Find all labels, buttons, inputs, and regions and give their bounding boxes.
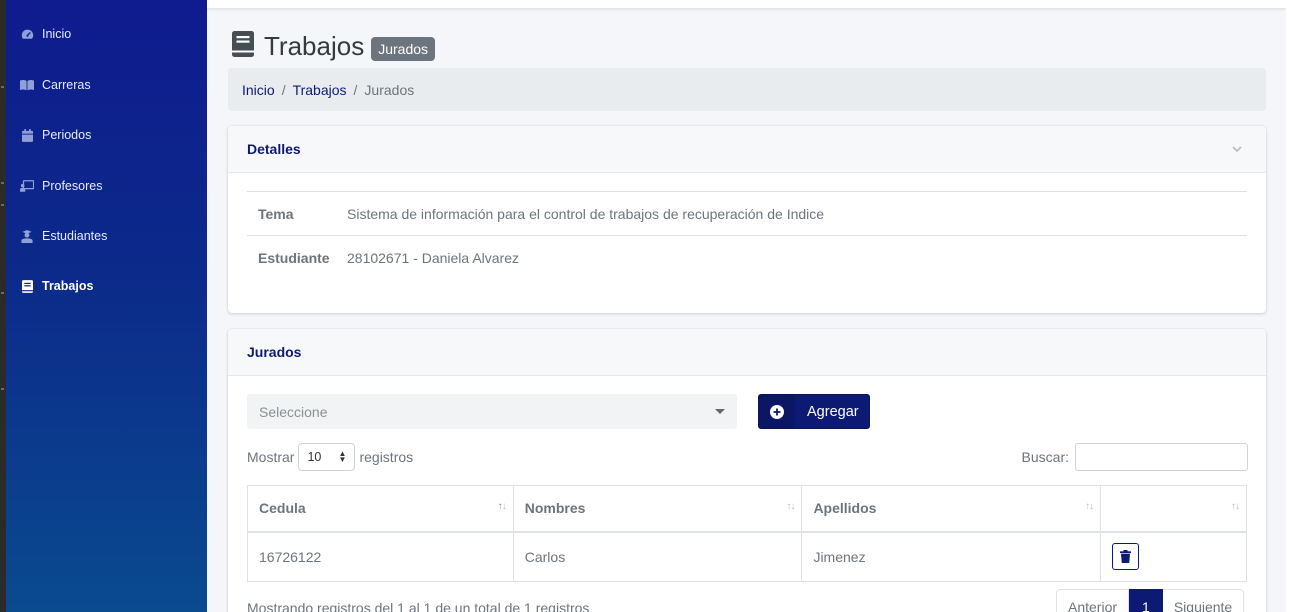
detail-value: 28102671 - Daniela Alvarez xyxy=(347,249,520,266)
table-header-row: Cedula ↑↓ Nombres ↑↓ Apellidos ↑↓ ↑↓ xyxy=(247,485,1247,533)
add-jurado-button[interactable]: Agregar xyxy=(758,394,870,429)
table-row: 16726122 Carlos Jimenez xyxy=(247,531,1247,582)
length-label: Mostrar xyxy=(247,449,295,465)
sidebar-item-label: Carreras xyxy=(42,78,91,92)
pagination-page-button[interactable]: 1 xyxy=(1129,589,1163,612)
column-header-cedula[interactable]: Cedula ↑↓ xyxy=(247,485,514,533)
breadcrumb-current: Jurados xyxy=(364,81,415,98)
search-label: Buscar: xyxy=(1021,449,1069,465)
detail-label: Tema xyxy=(258,205,294,222)
sort-icon: ↑↓ xyxy=(497,501,507,512)
pagination-prev-button[interactable]: Anterior xyxy=(1056,589,1130,612)
page-length-select[interactable]: 10 ▲ ▼ xyxy=(298,443,356,471)
cell-cedula: 16726122 xyxy=(247,531,514,582)
sidebar-item-label: Profesores xyxy=(42,179,103,193)
user-graduate-icon xyxy=(20,229,34,243)
page-title: Trabajos xyxy=(264,30,365,61)
chevron-down-icon[interactable] xyxy=(1230,142,1244,156)
card-title: Jurados xyxy=(247,344,302,360)
table-info: Mostrando registros del 1 al 1 de un tot… xyxy=(247,600,590,612)
sidebar: Inicio Carreras Periodos Profesores Estu… xyxy=(6,0,207,612)
page-length-value: 10 xyxy=(307,450,322,464)
window-edge xyxy=(1286,0,1290,612)
calendar-icon xyxy=(20,128,34,142)
sort-icon: ↑↓ xyxy=(1231,501,1240,512)
pagination-next-button[interactable]: Siguiente xyxy=(1162,589,1245,612)
sidebar-item-label: Periodos xyxy=(42,128,92,142)
book-icon xyxy=(20,279,34,293)
sidebar-item-carreras[interactable]: Carreras xyxy=(20,75,91,95)
sidebar-item-profesores[interactable]: Profesores xyxy=(20,176,102,196)
jurado-select[interactable]: Seleccione xyxy=(247,394,737,429)
book-icon xyxy=(232,30,254,62)
delete-button[interactable] xyxy=(1112,543,1140,571)
plus-circle-icon xyxy=(759,395,795,428)
add-button-label: Agregar xyxy=(807,403,859,420)
app-window: Inicio Carreras Periodos Profesores Estu… xyxy=(0,0,1290,612)
chalkboard-teacher-icon xyxy=(20,179,34,193)
updown-caret-icon: ▲ ▼ xyxy=(338,449,347,464)
jurados-card: Jurados Seleccione Agregar Mostrar 10 ▲ ▼… xyxy=(228,329,1266,612)
column-header-actions[interactable]: ↑↓ xyxy=(1100,485,1247,533)
page-header: Trabajos Jurados xyxy=(232,30,436,62)
column-header-apellidos[interactable]: Apellidos ↑↓ xyxy=(801,485,1102,533)
tachometer-icon xyxy=(20,27,34,41)
cell-nombres: Carlos xyxy=(512,531,803,582)
length-control: Mostrar 10 ▲ ▼ registros xyxy=(247,443,413,471)
card-title: Detalles xyxy=(247,141,301,157)
sidebar-item-label: Estudiantes xyxy=(42,229,108,243)
sidebar-item-estudiantes[interactable]: Estudiantes xyxy=(20,226,107,246)
breadcrumb-separator: / xyxy=(281,81,286,98)
sort-icon: ↑↓ xyxy=(1085,501,1094,512)
sort-icon: ↑↓ xyxy=(786,501,795,512)
sidebar-item-label: Trabajos xyxy=(42,279,94,293)
column-header-nombres[interactable]: Nombres ↑↓ xyxy=(512,485,803,533)
sidebar-item-periodos[interactable]: Periodos xyxy=(20,125,91,145)
search-input[interactable] xyxy=(1075,443,1248,471)
search-control: Buscar: xyxy=(1022,443,1248,471)
sidebar-item-inicio[interactable]: Inicio xyxy=(20,24,71,44)
page-subtitle-badge: Jurados xyxy=(371,36,436,61)
detail-row-estudiante: Estudiante 28102671 - Daniela Alvarez xyxy=(247,235,1247,279)
pagination: Anterior 1 Siguiente xyxy=(1056,589,1245,612)
jurados-card-header: Jurados xyxy=(228,329,1266,376)
top-navbar xyxy=(207,0,1286,8)
select-placeholder: Seleccione xyxy=(259,403,328,420)
breadcrumb-link-trabajos[interactable]: Trabajos xyxy=(293,82,347,98)
caret-down-icon xyxy=(715,409,725,414)
detail-row-tema: Tema Sistema de información para el cont… xyxy=(247,191,1247,235)
trash-icon xyxy=(1120,550,1132,564)
book-open-icon xyxy=(20,78,34,92)
breadcrumb-separator: / xyxy=(353,81,358,98)
cell-apellidos: Jimenez xyxy=(801,531,1102,582)
detail-value: Sistema de información para el control d… xyxy=(347,205,825,222)
jurados-table: Cedula ↑↓ Nombres ↑↓ Apellidos ↑↓ ↑↓ 167… xyxy=(247,485,1247,582)
records-label: registros xyxy=(359,449,414,465)
sidebar-item-trabajos[interactable]: Trabajos xyxy=(20,276,93,296)
sidebar-item-label: Inicio xyxy=(42,27,72,41)
breadcrumb: Inicio / Trabajos / Jurados xyxy=(228,68,1266,111)
cell-actions xyxy=(1100,531,1247,582)
details-card-header: Detalles xyxy=(228,126,1266,173)
detail-label: Estudiante xyxy=(258,249,330,266)
breadcrumb-link-inicio[interactable]: Inicio xyxy=(242,82,275,98)
details-card: Detalles Tema Sistema de información par… xyxy=(228,126,1266,313)
